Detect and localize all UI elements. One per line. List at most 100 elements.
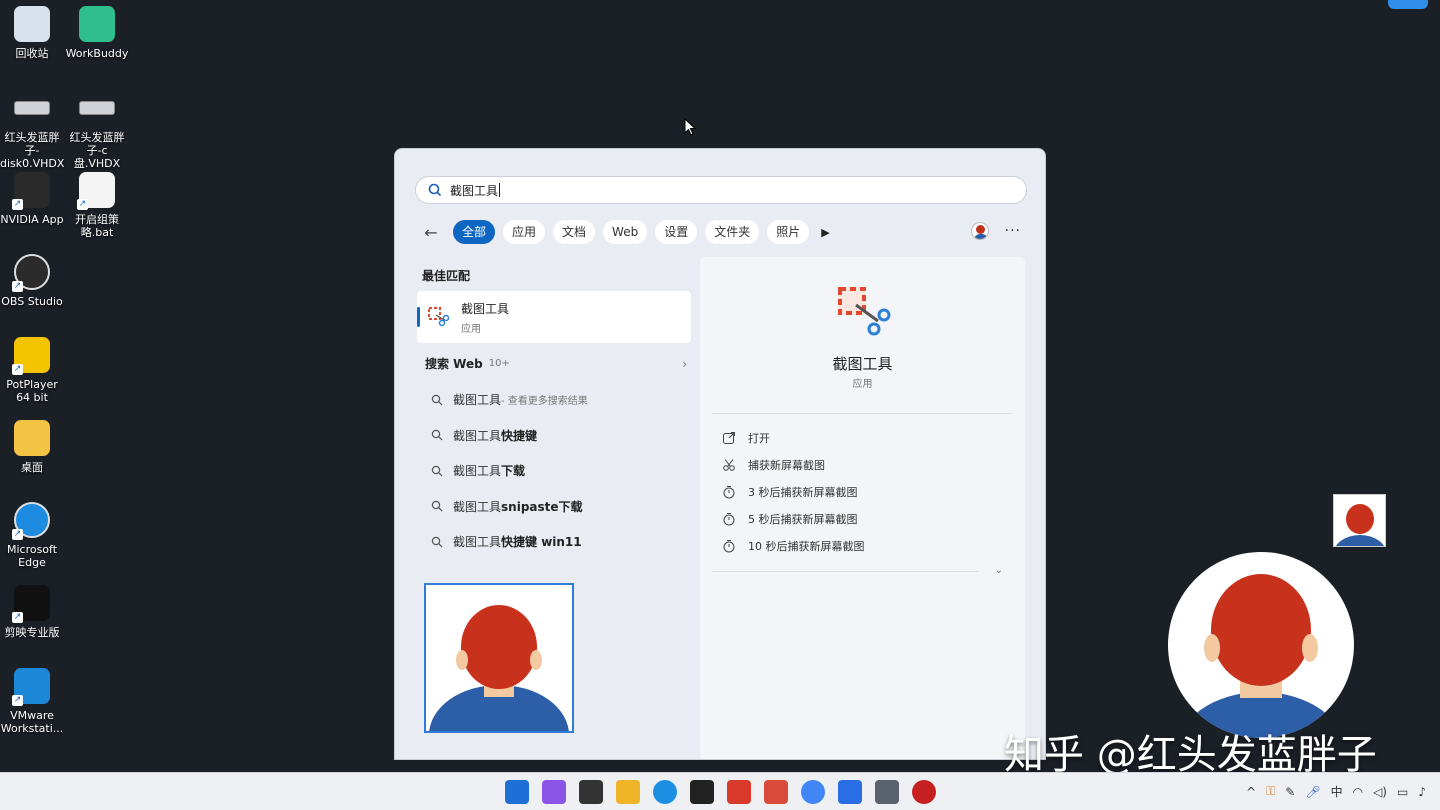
result-detail-pane: 截图工具 应用 打开 捕获新屏幕截图 3 秒后捕获新屏幕截图 5 秒后捕获新屏幕截图 1…: [700, 257, 1025, 759]
suggestion-prefix: 截图工具: [453, 499, 502, 514]
suggestion-bold: 下载: [501, 464, 526, 478]
chrome-icon[interactable]: [801, 780, 825, 804]
desktop-icon-label: WorkBuddy: [65, 47, 129, 60]
desktop-icon[interactable]: 回收站: [0, 4, 64, 60]
action-label: 5 秒后捕获新屏幕截图: [748, 513, 858, 526]
desktop-icon[interactable]: ↗ 开启组策略.bat: [65, 170, 129, 239]
account-avatar[interactable]: [970, 222, 989, 240]
back-arrow-icon[interactable]: ←: [421, 223, 441, 242]
web-search-heading[interactable]: 搜索 Web 10+ ›: [425, 355, 687, 372]
microphone-icon[interactable]: 🎤︎: [1305, 785, 1320, 799]
shortcut-arrow-icon: ↗: [77, 199, 88, 210]
suggestion-bold: snipaste下载: [501, 499, 583, 514]
web-suggestion[interactable]: 截图工具 快捷键 win11: [431, 533, 582, 550]
detail-action[interactable]: 3 秒后捕获新屏幕截图: [722, 484, 858, 500]
desktop-icon-label: 红头发蓝胖子-disk0.VHDX: [0, 131, 65, 170]
desktop-icon[interactable]: 桌面: [0, 418, 64, 474]
mouse-cursor-icon: [684, 118, 696, 136]
desktop-icon[interactable]: 红头发蓝胖子-c盘.VHDX: [65, 88, 129, 170]
desktop-icon[interactable]: WorkBuddy: [65, 4, 129, 60]
pdf-icon[interactable]: [764, 780, 788, 804]
file-explorer-icon[interactable]: [616, 780, 640, 804]
desktop-icon[interactable]: ↗ 剪映专业版: [0, 583, 64, 639]
recycle-bin-icon: [12, 4, 52, 44]
open-external-icon: [723, 432, 735, 444]
search-input[interactable]: 截图工具: [415, 176, 1027, 204]
more-options-icon[interactable]: ···: [1005, 223, 1021, 239]
desktop-icon-label: PotPlayer 64 bit: [6, 378, 58, 404]
drive-icon: [12, 88, 52, 128]
snip-icon: [723, 459, 735, 471]
desktop-icon-label: 回收站: [15, 47, 49, 60]
search-icon: [431, 465, 443, 476]
suggestion-prefix: 截图工具: [453, 464, 502, 478]
desktop-icon[interactable]: 红头发蓝胖子-disk0.VHDX: [0, 88, 64, 170]
edge-icon[interactable]: [653, 780, 677, 804]
settings-icon[interactable]: [875, 780, 899, 804]
copilot-icon[interactable]: [542, 780, 566, 804]
filter-chip[interactable]: 全部: [453, 220, 496, 244]
web-suggestion[interactable]: 截图工具 快捷键: [431, 427, 537, 444]
key-icon[interactable]: ⚿: [1266, 784, 1275, 799]
wps-icon[interactable]: [727, 780, 751, 804]
capcut-icon: ↗: [12, 583, 52, 623]
more-filters-play-icon[interactable]: ▶: [821, 226, 829, 239]
filter-chip[interactable]: 设置: [655, 220, 698, 244]
start-icon[interactable]: [505, 780, 529, 804]
notification-bell-icon[interactable]: ♪: [1418, 785, 1426, 799]
app-store-icon[interactable]: [838, 780, 862, 804]
detail-action[interactable]: 捕获新屏幕截图: [722, 457, 825, 473]
divider: [712, 571, 978, 572]
action-label: 捕获新屏幕截图: [748, 459, 825, 472]
web-result-count: 10+: [488, 358, 510, 369]
record-icon[interactable]: [912, 780, 936, 804]
snipping-tool-large-icon: [838, 287, 891, 336]
web-suggestion[interactable]: 截图工具 - 查看更多搜索结果: [431, 391, 588, 408]
taskbar: ^ ⚿ ✎ 🎤︎ 中 ◠ ◁) ▭ ♪: [0, 772, 1440, 810]
filter-chip[interactable]: Web: [603, 220, 648, 244]
drive-icon: [77, 88, 117, 128]
expand-chevron-icon[interactable]: ⌄: [995, 565, 1003, 576]
filter-chip[interactable]: 文档: [553, 220, 596, 244]
wifi-icon[interactable]: ◠: [1353, 785, 1363, 799]
web-suggestion[interactable]: 截图工具 下载: [431, 462, 525, 479]
window-accent: [1388, 0, 1428, 9]
suggestion-prefix: 截图工具: [453, 428, 502, 443]
shortcut-arrow-icon: ↗: [12, 612, 23, 623]
nvidia-icon: ↗: [12, 170, 52, 210]
desktop-icon-label: 开启组策略.bat: [75, 213, 119, 239]
filter-chip[interactable]: 应用: [503, 220, 546, 244]
task-view-icon[interactable]: [579, 780, 603, 804]
detail-kind: 应用: [852, 379, 873, 390]
detail-action[interactable]: 5 秒后捕获新屏幕截图: [722, 511, 858, 527]
desktop-icon-label: VMware Workstati...: [0, 709, 64, 735]
desktop-icon[interactable]: ↗ OBS Studio: [0, 252, 64, 308]
volume-icon[interactable]: ◁): [1373, 785, 1387, 799]
desktop-icon[interactable]: ↗ NVIDIA App: [0, 170, 64, 226]
chevron-right-icon: ›: [682, 356, 687, 371]
filter-chip[interactable]: 照片: [767, 220, 810, 244]
divider: [712, 413, 1012, 414]
system-tray: ^ ⚿ ✎ 🎤︎ 中 ◠ ◁) ▭ ♪: [1246, 783, 1426, 800]
pen-icon[interactable]: ✎: [1285, 785, 1295, 799]
desktop-icon[interactable]: ↗ PotPlayer 64 bit: [0, 335, 64, 404]
desktop-icon[interactable]: ↗ Microsoft Edge: [0, 500, 64, 569]
person-illustration: [1178, 574, 1344, 738]
chevron-up-icon[interactable]: ^: [1246, 785, 1256, 799]
best-match-kind: 应用: [461, 323, 481, 335]
battery-icon[interactable]: ▭: [1397, 785, 1408, 799]
folder-icon: [12, 418, 52, 458]
desktop-icon-label: 剪映专业版: [4, 626, 60, 639]
account-area: ···: [970, 222, 1021, 240]
panda-icon[interactable]: [690, 780, 714, 804]
web-suggestion[interactable]: 截图工具 snipaste下载: [431, 498, 583, 515]
desktop-icon[interactable]: ↗ VMware Workstati...: [0, 666, 64, 735]
ime-indicator[interactable]: 中: [1331, 783, 1343, 800]
detail-action[interactable]: 打开: [722, 430, 770, 446]
best-match-result[interactable]: 截图工具 应用: [417, 291, 691, 343]
filter-chip[interactable]: 文件夹: [705, 220, 760, 244]
suggestion-hint: - 查看更多搜索结果: [501, 396, 588, 407]
potplayer-icon: ↗: [12, 335, 52, 375]
suggestion-prefix: 截图工具: [453, 535, 502, 549]
detail-action[interactable]: 10 秒后捕获新屏幕截图: [722, 538, 865, 554]
